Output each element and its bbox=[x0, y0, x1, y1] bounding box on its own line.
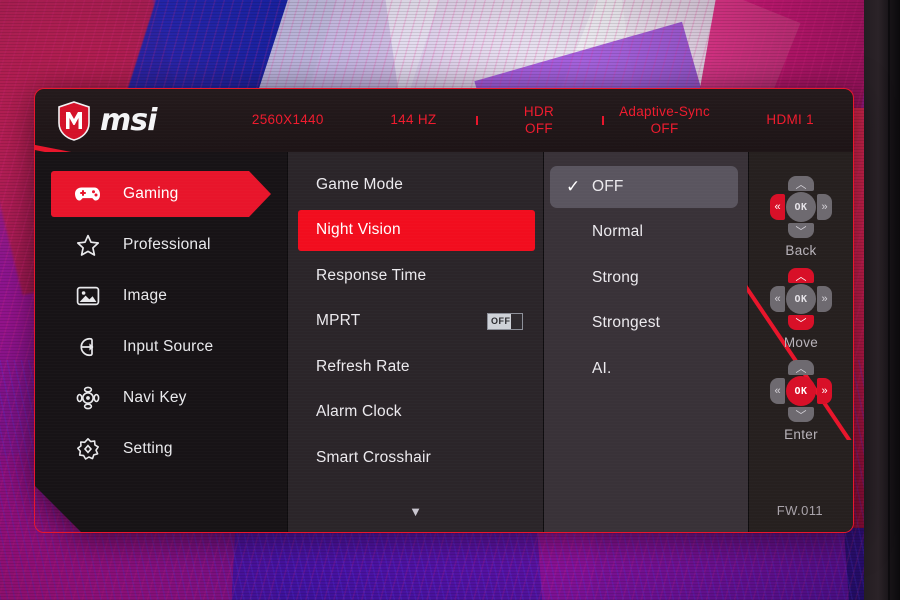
scroll-down-icon[interactable]: ▼ bbox=[288, 505, 543, 518]
osd-options-column: ✓ OFF ✓ Normal ✓ Strong ✓ Strongest ✓ AI… bbox=[543, 152, 748, 532]
gamepad-icon bbox=[71, 185, 105, 203]
sidebar-item-label: Professional bbox=[123, 236, 211, 253]
option-item-label: Normal bbox=[592, 223, 644, 241]
dpad-ok: OK bbox=[786, 192, 816, 222]
firmware-version: FW.011 bbox=[776, 503, 823, 518]
menu-item-night-vision[interactable]: Night Vision bbox=[288, 208, 543, 254]
monitor-bezel bbox=[864, 0, 900, 600]
status-input-line1: HDMI 1 bbox=[766, 112, 814, 128]
status-refresh-rate-line1: 144 HZ bbox=[390, 112, 437, 128]
option-item-label: Strongest bbox=[592, 314, 661, 332]
menu-item-smart-crosshair[interactable]: Smart Crosshair bbox=[288, 435, 543, 481]
dpad-up: ︿ bbox=[788, 268, 814, 283]
input-arrow-icon bbox=[71, 336, 105, 358]
dpad-up: ︿ bbox=[788, 360, 814, 375]
status-hdr: HDR OFF bbox=[476, 104, 602, 138]
menu-item-label: MPRT bbox=[316, 312, 361, 330]
dpad-left: « bbox=[770, 378, 785, 404]
status-adaptive-sync: Adaptive-Sync OFF bbox=[601, 103, 728, 138]
menu-item-label: Alarm Clock bbox=[316, 403, 402, 421]
sidebar-item-label: Image bbox=[123, 287, 168, 304]
dpad-right: » bbox=[817, 194, 832, 220]
dpad-down: ﹀ bbox=[788, 407, 814, 422]
sidebar-item-label: Gaming bbox=[123, 185, 179, 202]
sidebar-item-navi-key[interactable]: Navi Key bbox=[35, 375, 287, 421]
navi-key-icon bbox=[71, 386, 105, 410]
mprt-toggle-switch[interactable]: OFF bbox=[487, 312, 523, 330]
sidebar-item-setting[interactable]: Setting bbox=[35, 426, 287, 472]
nav-hint-label: Back bbox=[785, 243, 817, 258]
dpad-ok: OK bbox=[786, 284, 816, 314]
sidebar-item-label: Setting bbox=[123, 440, 173, 457]
bezel-seam bbox=[888, 0, 890, 600]
dpad-back-icon: ︿ « » ﹀ OK bbox=[770, 176, 832, 238]
dpad-down: ﹀ bbox=[788, 315, 814, 330]
osd-menu-column: Game Mode Night Vision Response Time MPR… bbox=[287, 152, 543, 532]
sidebar-item-label: Input Source bbox=[123, 338, 214, 355]
nav-hint-back: ︿ « » ﹀ OK Back bbox=[770, 176, 832, 258]
nav-hint-move: ︿ « » ﹀ OK Move bbox=[770, 268, 832, 350]
dpad-up: ︿ bbox=[788, 176, 814, 191]
sidebar-item-image[interactable]: Image bbox=[35, 273, 287, 319]
osd-body: Gaming Professional Image Input Source N… bbox=[34, 152, 854, 533]
sidebar-item-professional[interactable]: Professional bbox=[35, 222, 287, 268]
status-adaptive-sync-line1: Adaptive-Sync bbox=[619, 103, 711, 119]
status-hdr-line2: OFF bbox=[525, 120, 553, 136]
osd-nav-hints: ︿ « » ﹀ OK Back ︿ « » ﹀ OK Move ︿ « » ﹀ … bbox=[747, 152, 853, 532]
status-input: HDMI 1 bbox=[727, 112, 853, 129]
option-item-label: OFF bbox=[592, 177, 624, 195]
nav-hint-label: Move bbox=[783, 335, 819, 350]
dpad-left: « bbox=[770, 286, 785, 312]
menu-item-mprt[interactable]: MPRT OFF bbox=[288, 299, 543, 345]
status-resolution-line1: 2560X1440 bbox=[251, 112, 324, 128]
status-hdr-line1: HDR bbox=[523, 103, 555, 119]
dpad-left: « bbox=[770, 194, 785, 220]
msi-logo: msi bbox=[35, 100, 225, 141]
menu-item-label: Game Mode bbox=[316, 175, 404, 193]
status-resolution: 2560X1440 bbox=[225, 112, 351, 129]
mprt-toggle-label: OFF bbox=[491, 316, 511, 327]
option-item-normal[interactable]: ✓ Normal bbox=[544, 210, 748, 256]
dpad-ok: OK bbox=[786, 376, 816, 406]
osd-header: msi 2560X1440 144 HZ HDR OFF Adaptive-Sy… bbox=[34, 88, 854, 152]
osd-panel: msi 2560X1440 144 HZ HDR OFF Adaptive-Sy… bbox=[34, 88, 854, 533]
check-icon: ✓ bbox=[566, 177, 581, 197]
menu-item-label: Response Time bbox=[316, 266, 427, 284]
osd-sidebar: Gaming Professional Image Input Source N… bbox=[35, 152, 287, 532]
nav-hint-enter: ︿ « » ﹀ OK Enter bbox=[770, 360, 832, 442]
msi-dragon-shield-icon bbox=[57, 100, 91, 141]
mprt-toggle-knob bbox=[510, 313, 522, 329]
picture-icon bbox=[71, 285, 105, 307]
osd-status-items: 2560X1440 144 HZ HDR OFF Adaptive-Sync O… bbox=[225, 89, 853, 152]
menu-item-label: Night Vision bbox=[316, 221, 401, 239]
dpad-right: » bbox=[817, 378, 832, 404]
option-item-off[interactable]: ✓ OFF bbox=[544, 164, 748, 210]
dpad-enter-icon: ︿ « » ﹀ OK bbox=[770, 360, 832, 422]
menu-item-refresh-rate[interactable]: Refresh Rate bbox=[288, 344, 543, 390]
option-item-ai[interactable]: ✓ AI. bbox=[544, 346, 748, 392]
star-icon bbox=[71, 234, 105, 257]
menu-item-game-mode[interactable]: Game Mode bbox=[288, 162, 543, 208]
status-refresh-rate: 144 HZ bbox=[351, 112, 477, 129]
status-adaptive-sync-line2: OFF bbox=[650, 120, 679, 136]
menu-item-label: Smart Crosshair bbox=[316, 448, 431, 466]
gear-icon bbox=[71, 437, 105, 461]
nav-hint-label: Enter bbox=[784, 427, 818, 442]
menu-item-label: Refresh Rate bbox=[316, 357, 410, 375]
option-item-strong[interactable]: ✓ Strong bbox=[544, 255, 748, 301]
sidebar-item-label: Navi Key bbox=[123, 389, 187, 406]
dpad-down: ﹀ bbox=[788, 223, 814, 238]
menu-item-response-time[interactable]: Response Time bbox=[288, 253, 543, 299]
option-item-label: AI. bbox=[592, 359, 612, 377]
sidebar-item-gaming[interactable]: Gaming bbox=[35, 171, 287, 217]
option-item-strongest[interactable]: ✓ Strongest bbox=[544, 301, 748, 347]
msi-wordmark: msi bbox=[100, 103, 157, 138]
option-item-label: Strong bbox=[592, 268, 639, 286]
dpad-move-icon: ︿ « » ﹀ OK bbox=[770, 268, 832, 330]
sidebar-item-input-source[interactable]: Input Source bbox=[35, 324, 287, 370]
dpad-right: » bbox=[817, 286, 832, 312]
menu-item-alarm-clock[interactable]: Alarm Clock bbox=[288, 390, 543, 436]
